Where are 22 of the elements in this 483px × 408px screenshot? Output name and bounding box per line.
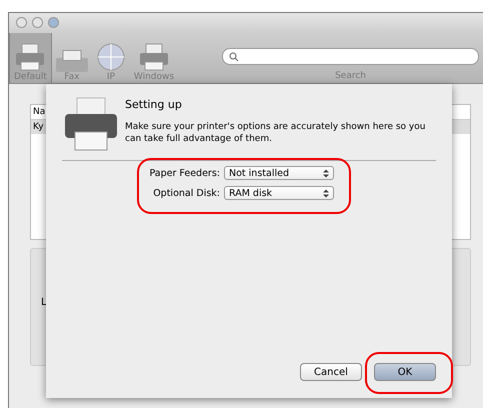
ok-button[interactable]: OK [374, 363, 436, 381]
printer-icon [63, 96, 119, 152]
updown-arrows-icon [323, 168, 329, 178]
option-label: Paper Feeders: [148, 168, 221, 178]
printer-icon [14, 42, 46, 72]
sheet-message: Make sure your printer's options are accurately shown here so you can take full advantage of them. [125, 121, 426, 145]
fax-icon [56, 50, 88, 72]
search-label: Search [335, 71, 366, 81]
option-dropdown[interactable]: RAM disk [224, 186, 334, 200]
search-field[interactable] [222, 48, 479, 65]
search-icon [229, 52, 240, 62]
sheet-title: Setting up [125, 98, 183, 111]
close-button[interactable] [16, 16, 27, 28]
location-label: L [40, 296, 47, 308]
option-dropdown[interactable]: Not installed [224, 166, 334, 180]
printer-icon [138, 42, 170, 72]
updown-arrows-icon [323, 188, 329, 198]
cancel-button[interactable]: Cancel [300, 363, 362, 381]
option-label: Optional Disk: [152, 188, 221, 198]
zoom-button[interactable] [48, 16, 59, 28]
minimize-button[interactable] [32, 16, 43, 28]
globe-icon [96, 42, 126, 72]
